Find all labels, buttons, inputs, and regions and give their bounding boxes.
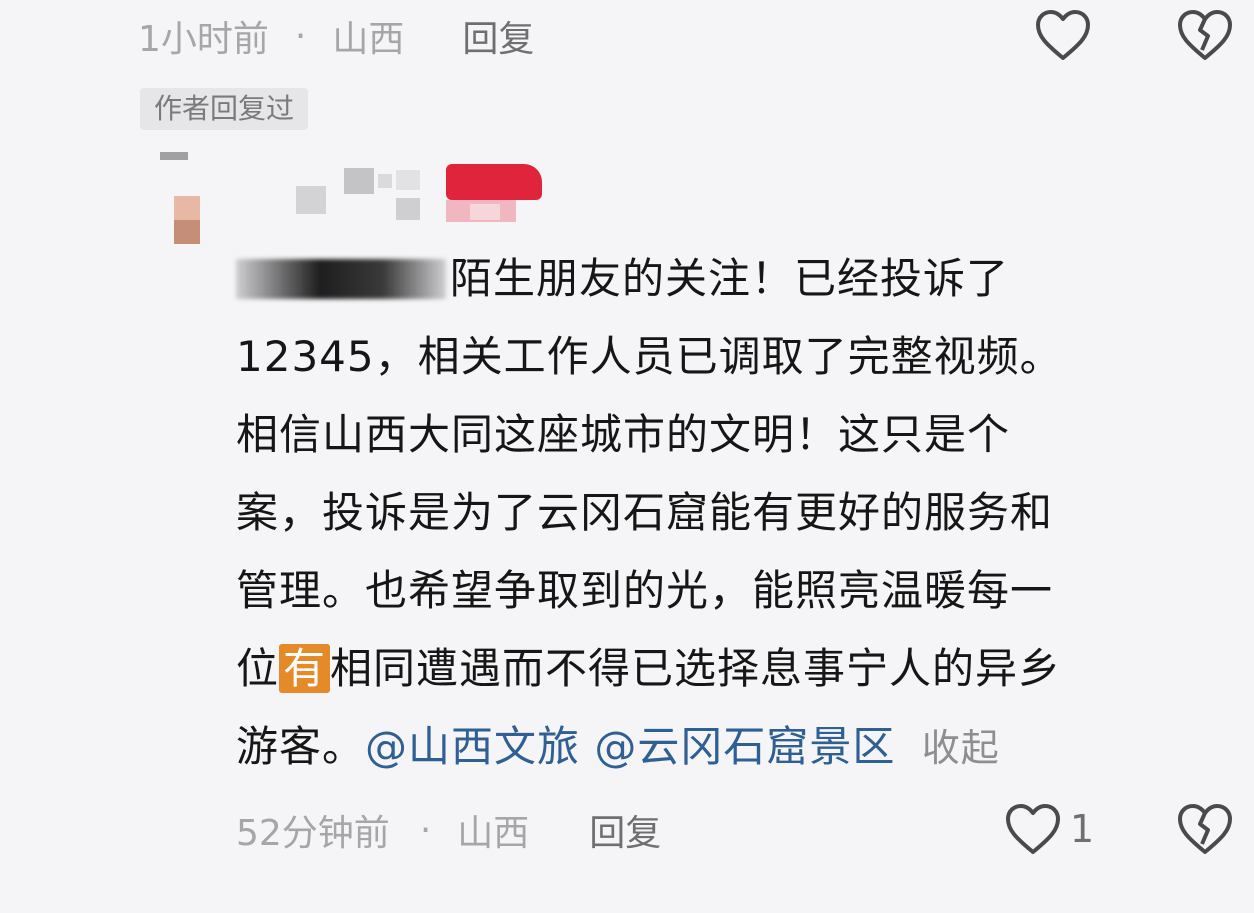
meta-separator: · [294, 15, 307, 57]
reply-dislike-button[interactable] [1176, 802, 1234, 856]
parent-comment-location: 山西 [332, 19, 405, 60]
comment-line-text: 陌生朋友的关注！已经投诉了 [450, 254, 1010, 303]
reply-button[interactable]: 回复 [589, 804, 661, 856]
parent-dislike-button[interactable] [1176, 8, 1234, 62]
parent-reply-button[interactable]: 回复 [462, 10, 534, 62]
comment-line: 12345，相关工作人员已调取了完整视频。 [236, 332, 1063, 381]
highlighted-character: 有 [279, 644, 331, 693]
reply-comment-location: 山西 [457, 813, 530, 854]
comment-line: 陌生朋友的关注！已经投诉了 [236, 240, 1236, 318]
obscured-text [236, 259, 446, 299]
author-replied-tag: 作者回复过 [140, 88, 309, 130]
comment-line-text: 相同遭遇而不得已选择息事宁人的异乡 [330, 644, 1062, 693]
heart-outline-icon [1006, 804, 1060, 854]
comment-line: 游客。@山西文旅 @云冈石窟景区 收起 [236, 708, 1236, 787]
comment-line: 管理。也希望争取到的光，能照亮温暖每一 [236, 566, 1054, 615]
broken-heart-icon [1178, 10, 1232, 60]
reply-like-button[interactable]: 1 [1004, 802, 1094, 856]
heart-outline-icon [1036, 10, 1090, 60]
comment-line: 位有相同遭遇而不得已选择息事宁人的异乡 [236, 630, 1236, 708]
collapse-button[interactable]: 收起 [922, 726, 1000, 770]
mention-yungang-grottoes[interactable]: @云冈石窟景区 [594, 722, 895, 771]
mention-shanxi-tourism[interactable]: @山西文旅 [365, 722, 580, 771]
parent-comment-meta: 1小时前 · 山西 回复 [138, 8, 534, 64]
parent-like-button[interactable] [1034, 8, 1092, 62]
broken-heart-icon [1178, 804, 1232, 854]
like-count: 1 [1070, 807, 1095, 851]
parent-comment-time: 1小时前 [138, 19, 269, 60]
username-obscured[interactable] [296, 160, 546, 230]
reply-comment-time: 52分钟前 [236, 813, 390, 854]
reply-comment-text: 陌生朋友的关注！已经投诉了 12345，相关工作人员已调取了完整视频。 相信山西… [236, 240, 1236, 787]
comment-line-text: 游客。 [236, 722, 366, 771]
meta-separator: · [419, 809, 432, 851]
comment-line: 相信山西大同这座城市的文明！这只是个 [236, 410, 1011, 459]
comment-line: 案，投诉是为了云冈石窟能有更好的服务和 [236, 488, 1054, 537]
reply-comment-meta: 52分钟前 · 山西 回复 [236, 800, 661, 860]
comment-line-text: 位 [236, 644, 280, 693]
avatar[interactable] [160, 152, 200, 248]
